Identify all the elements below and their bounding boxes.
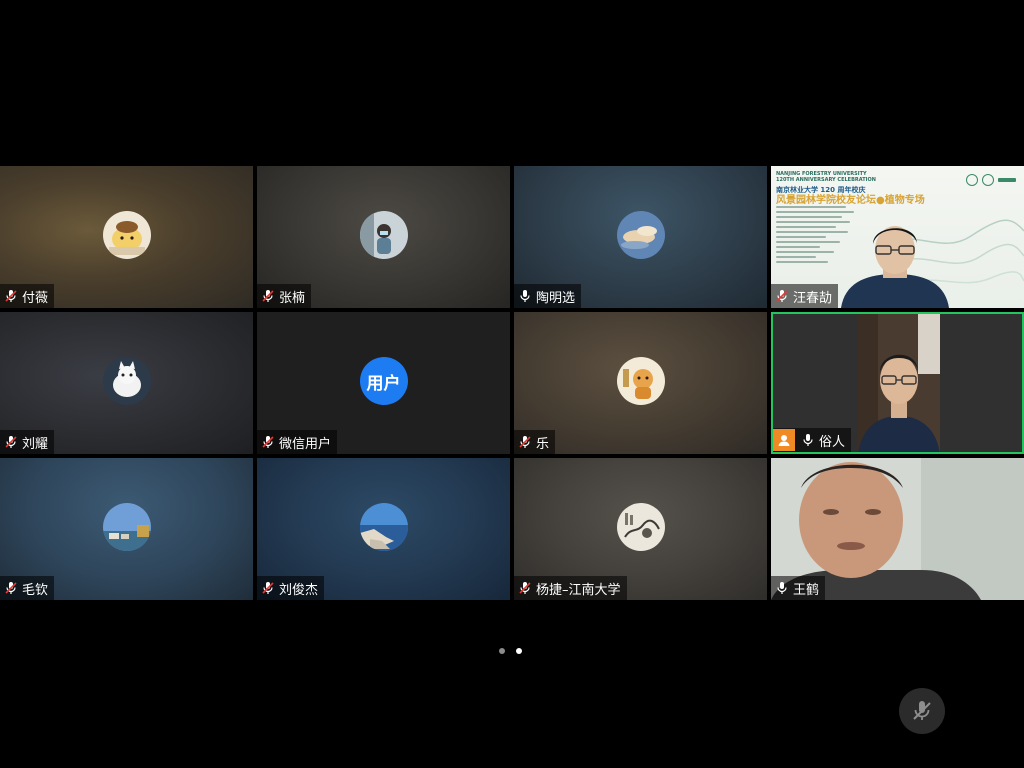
participant-name-tag: 微信用户 <box>257 430 338 454</box>
participant-avatar <box>102 503 151 551</box>
participant-name-tag: 俗人 <box>773 428 852 452</box>
mute-toggle-button[interactable] <box>899 688 945 734</box>
mic-muted-icon <box>518 581 532 595</box>
mic-muted-icon <box>261 581 275 595</box>
participant-name: 汪春劼 <box>793 290 833 306</box>
slide-anniversary-text: 120TH ANNIVERSARY CELEBRATION <box>776 177 876 183</box>
mic-icon <box>801 433 815 447</box>
participant-name-tag: 乐 <box>514 430 556 454</box>
participant-name-tag: 付薇 <box>0 284 55 308</box>
slide-logo <box>966 174 1016 186</box>
participant-name: 刘耀 <box>22 436 49 452</box>
mic-icon <box>775 581 789 595</box>
participant-name-tag: 王鹤 <box>771 576 826 600</box>
mic-muted-icon <box>261 435 275 449</box>
participant-tile[interactable]: 王鹤 <box>771 458 1024 600</box>
participant-name-tag: 张楠 <box>257 284 312 308</box>
participant-avatar <box>616 357 665 405</box>
participant-avatar <box>359 503 408 551</box>
page-indicator[interactable] <box>499 648 522 654</box>
participant-tile[interactable]: 刘俊杰 <box>257 458 510 600</box>
participant-name-tag: 汪春劼 <box>771 284 839 308</box>
participant-name: 杨捷–江南大学 <box>536 582 621 598</box>
participant-name-tag: 刘耀 <box>0 430 55 454</box>
participant-name: 陶明选 <box>536 290 576 306</box>
participant-name: 王鹤 <box>793 582 820 598</box>
participant-tile-screen-share[interactable]: NANJING FORESTRY UNIVERSITY 120TH ANNIVE… <box>771 166 1024 308</box>
participant-tile[interactable]: 用户 微信用户 <box>257 312 510 454</box>
mic-muted-icon <box>261 289 275 303</box>
participant-avatar <box>616 503 665 551</box>
page-dot-2-active[interactable] <box>516 648 522 654</box>
participant-grid: 付薇 张楠 陶明选 NANJING FORESTRY UNIVERSITY 12… <box>0 166 1024 602</box>
mic-muted-icon <box>913 701 931 720</box>
mic-muted-icon <box>4 581 18 595</box>
participant-name: 微信用户 <box>279 436 332 452</box>
participant-name: 张楠 <box>279 290 306 306</box>
participant-video <box>858 314 940 452</box>
participant-name: 刘俊杰 <box>279 582 319 598</box>
participant-tile[interactable]: 乐 <box>514 312 767 454</box>
participant-name-tag: 陶明选 <box>514 284 582 308</box>
participant-name-tag: 杨捷–江南大学 <box>514 576 627 600</box>
participant-avatar <box>359 211 408 259</box>
participant-avatar <box>102 357 151 405</box>
participant-tile[interactable]: 陶明选 <box>514 166 767 308</box>
participant-tile-active-speaker[interactable]: 俗人 <box>771 312 1024 454</box>
presenter-camera-overlay <box>841 226 949 308</box>
mic-muted-icon <box>518 435 532 449</box>
participant-tile[interactable]: 杨捷–江南大学 <box>514 458 767 600</box>
participant-avatar <box>102 211 151 259</box>
slide-headline: 风景园林学院校友论坛●植物专场 <box>776 195 925 206</box>
host-icon <box>773 429 795 451</box>
participant-name: 俗人 <box>819 434 846 450</box>
mic-muted-icon <box>4 289 18 303</box>
participant-tile[interactable]: 付薇 <box>0 166 253 308</box>
participant-name-tag: 刘俊杰 <box>257 576 325 600</box>
participant-name: 付薇 <box>22 290 49 306</box>
page-dot-1[interactable] <box>499 648 505 654</box>
participant-name: 乐 <box>536 436 550 452</box>
participant-name-tag: 毛钦 <box>0 576 55 600</box>
participant-tile[interactable]: 张楠 <box>257 166 510 308</box>
mic-muted-icon <box>4 435 18 449</box>
mic-icon <box>518 289 532 303</box>
participant-avatar-text: 用户 <box>359 357 408 405</box>
participant-avatar <box>616 211 665 259</box>
participant-name: 毛钦 <box>22 582 49 598</box>
participant-tile[interactable]: 刘耀 <box>0 312 253 454</box>
participant-tile[interactable]: 毛钦 <box>0 458 253 600</box>
mic-muted-icon <box>775 289 789 303</box>
